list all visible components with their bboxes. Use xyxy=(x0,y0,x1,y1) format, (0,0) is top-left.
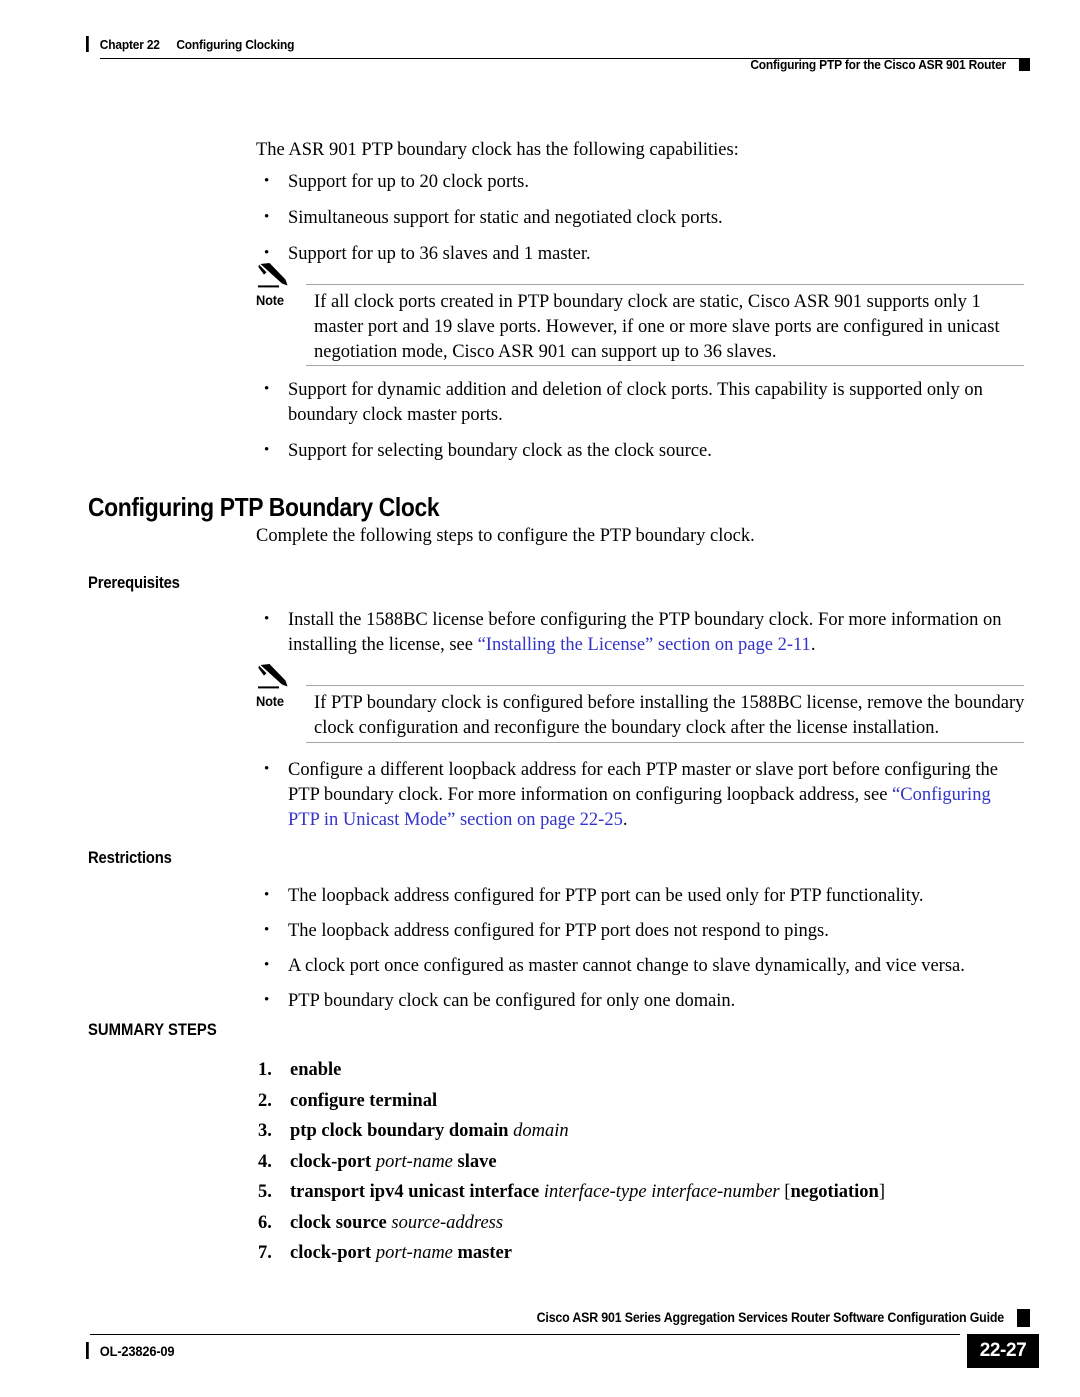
summary-step-item: 4. clock-port port-name slave xyxy=(256,1150,1046,1175)
header-running-head: Configuring PTP for the Cisco ASR 901 Ro… xyxy=(750,57,1030,72)
prereq2-text-post: . xyxy=(622,810,628,830)
footer-doc-id: OL-23826-09 xyxy=(86,1342,175,1359)
summary-step-keyword: clock-port xyxy=(290,1243,376,1263)
list-item: PTP boundary clock can be configured for… xyxy=(256,988,1024,1014)
note-bottom-rule xyxy=(306,742,1024,743)
summary-step-bracket: ] xyxy=(878,1182,885,1202)
footer-square-marker-icon xyxy=(1017,1309,1030,1327)
list-item: Support for selecting boundary clock as … xyxy=(256,438,1024,464)
summary-step-keyword: enable xyxy=(290,1060,342,1080)
summary-step-bracket: [ xyxy=(779,1182,791,1202)
section-intro-paragraph: Complete the following steps to configur… xyxy=(256,526,755,546)
summary-step-number: 2. xyxy=(258,1090,272,1111)
prereq-text-post: . xyxy=(810,635,816,655)
summary-step-variable: source-address xyxy=(391,1212,504,1233)
summary-step-keyword: transport ipv4 unicast interface xyxy=(290,1182,544,1202)
restrictions-list: The loopback address configured for PTP … xyxy=(256,883,1024,1024)
summary-step-number: 7. xyxy=(258,1243,272,1263)
page-header: Chapter 22 Configuring Clocking Configur… xyxy=(0,0,1080,80)
header-chapter-number: Chapter 22 xyxy=(99,36,160,52)
summary-step-keyword: negotiation xyxy=(790,1182,879,1202)
footer-rule xyxy=(90,1334,960,1335)
summary-step-number: 6. xyxy=(258,1212,272,1233)
cross-reference-link-installing-license[interactable]: “Installing the License” section on page… xyxy=(478,635,811,655)
prerequisites-list-continued: Configure a different loopback address f… xyxy=(256,757,1024,844)
summary-step-number: 5. xyxy=(258,1182,272,1202)
summary-step-keyword: clock source xyxy=(290,1212,392,1233)
summary-step-item: 6. clock source source-address xyxy=(256,1211,1046,1236)
footer-left-tick-mark xyxy=(86,1342,89,1359)
summary-step-variable: interface-type interface-number xyxy=(543,1182,780,1202)
summary-step-item: 5. transport ipv4 unicast interface inter… xyxy=(256,1180,1046,1205)
pencil-note-icon xyxy=(258,664,288,689)
prerequisites-list: Install the 1588BC license before config… xyxy=(256,607,1024,669)
summary-step-variable: port-name xyxy=(375,1243,453,1263)
note-bottom-rule xyxy=(306,365,1024,366)
list-item: Install the 1588BC license before config… xyxy=(256,607,1024,658)
list-item: Configure a different loopback address f… xyxy=(256,757,1024,833)
summary-step-number: 3. xyxy=(258,1121,272,1141)
note-label: Note xyxy=(256,693,284,709)
pencil-note-icon xyxy=(258,263,288,288)
header-square-marker-icon xyxy=(1018,58,1030,71)
summary-steps-list: 1. enable 2. configure terminal 3. ptp clock … xyxy=(256,1058,1046,1272)
list-item: Simultaneous support for static and nego… xyxy=(256,205,1024,231)
intro-lead-paragraph: The ASR 901 PTP boundary clock has the f… xyxy=(256,140,739,160)
list-item: The loopback address configured for PTP … xyxy=(256,883,1024,909)
summary-step-keyword: configure terminal xyxy=(290,1090,438,1111)
summary-step-item: 3. ptp clock boundary domain domain xyxy=(256,1119,1046,1144)
restrictions-heading: Restrictions xyxy=(88,849,172,867)
summary-step-number: 1. xyxy=(258,1060,272,1080)
header-running-head-text: Configuring PTP for the Cisco ASR 901 Ro… xyxy=(750,57,1007,72)
footer-page-number: 22-27 xyxy=(967,1334,1039,1368)
note-block-1: Note If all clock ports created in PTP b… xyxy=(256,262,1024,366)
header-chapter-title: Configuring Clocking xyxy=(176,36,295,52)
summary-step-number: 4. xyxy=(258,1151,272,1172)
list-item: Support for up to 20 clock ports. xyxy=(256,169,1024,195)
list-item: A clock port once configured as master c… xyxy=(256,953,1024,979)
summary-step-keyword: master xyxy=(452,1243,512,1263)
section-heading: Configuring PTP Boundary Clock xyxy=(88,492,440,522)
summary-steps-heading: SUMMARY STEPS xyxy=(88,1021,217,1039)
note-text: If PTP boundary clock is configured befo… xyxy=(314,693,1025,738)
summary-step-variable: domain xyxy=(513,1121,569,1141)
summary-step-keyword: clock-port xyxy=(290,1151,376,1172)
summary-step-item: 2. configure terminal xyxy=(256,1089,1046,1114)
summary-step-keyword: ptp clock boundary domain xyxy=(290,1121,514,1141)
prerequisites-heading: Prerequisites xyxy=(88,574,180,592)
page-footer: Cisco ASR 901 Series Aggregation Service… xyxy=(0,1300,1080,1390)
footer-book-title: Cisco ASR 901 Series Aggregation Service… xyxy=(536,1310,1005,1325)
list-item: Support for dynamic addition and deletio… xyxy=(256,377,1024,428)
summary-step-keyword: slave xyxy=(452,1151,497,1172)
header-chapter-breadcrumb: Chapter 22 Configuring Clocking xyxy=(86,36,294,52)
capabilities-list-continued: Support for dynamic addition and deletio… xyxy=(256,377,1024,475)
footer-doc-id-text: OL-23826-09 xyxy=(99,1342,175,1359)
note-top-rule xyxy=(306,284,1024,285)
note-text: If all clock ports created in PTP bounda… xyxy=(314,292,1000,362)
header-left-tick-mark xyxy=(86,36,89,52)
note-top-rule xyxy=(306,685,1024,686)
summary-step-item: 1. enable xyxy=(256,1058,1046,1083)
note-block-2: Note If PTP boundary clock is configured… xyxy=(256,663,1025,743)
summary-step-item: 7. clock-port port-name master xyxy=(256,1241,1046,1266)
summary-step-variable: port-name xyxy=(375,1151,453,1172)
note-label: Note xyxy=(256,292,284,308)
list-item: The loopback address configured for PTP … xyxy=(256,918,1024,944)
